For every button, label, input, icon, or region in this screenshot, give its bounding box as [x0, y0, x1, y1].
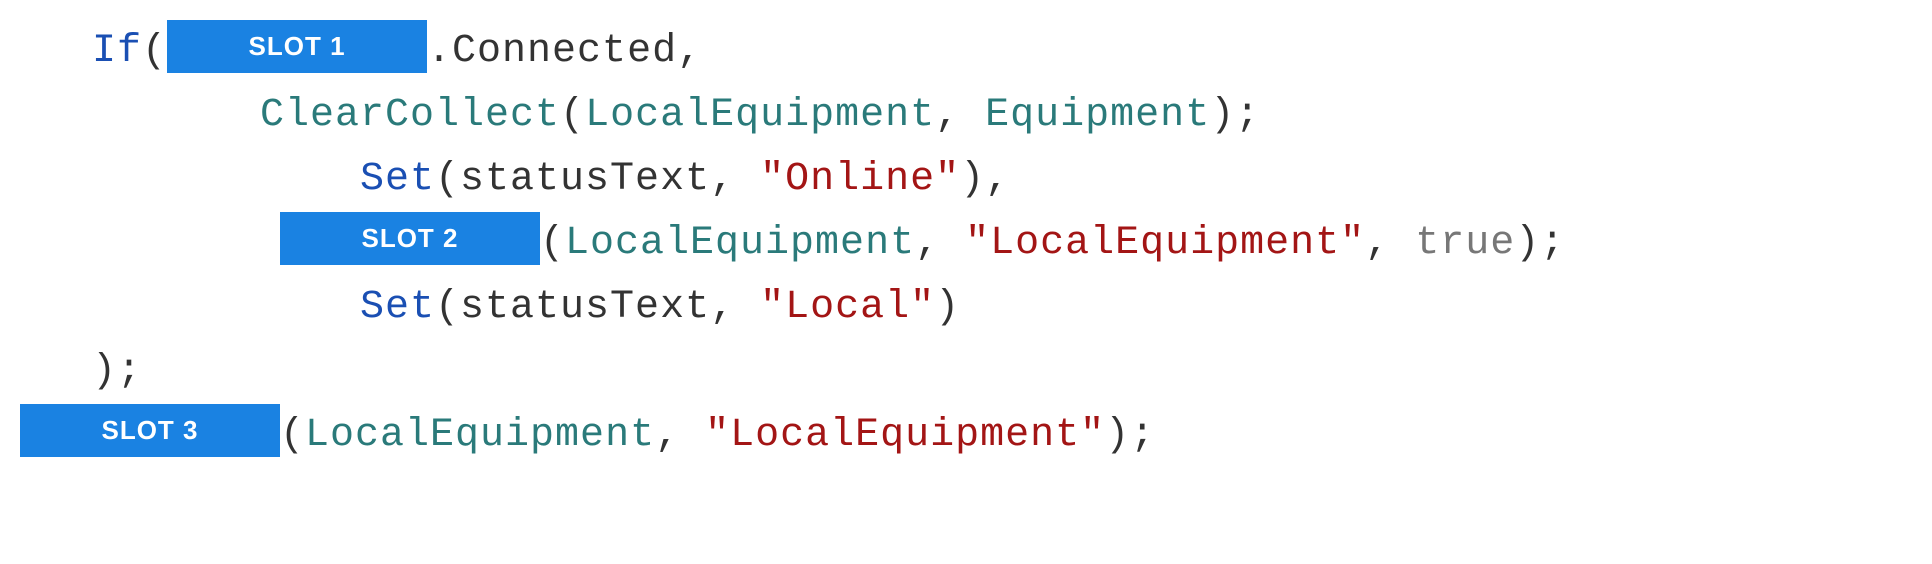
lparen: (	[560, 93, 585, 138]
semicolon: ;	[1540, 221, 1565, 266]
slot-3[interactable]: SLOT 3	[20, 404, 280, 458]
space	[960, 93, 985, 138]
rparen: )	[1105, 413, 1130, 458]
id-statustext: statusText	[460, 285, 710, 330]
comma: ,	[677, 29, 702, 74]
space	[940, 221, 965, 266]
space	[680, 413, 705, 458]
comma: ,	[655, 413, 680, 458]
semicolon: ;	[1130, 413, 1155, 458]
fn-set: Set	[360, 157, 435, 202]
space	[735, 157, 760, 202]
code-line-7: SLOT 3(LocalEquipment, "LocalEquipment")…	[20, 404, 1912, 468]
keyword-if: If	[92, 29, 142, 74]
lparen: (	[280, 413, 305, 458]
rparen: )	[92, 349, 117, 394]
lparen: (	[435, 285, 460, 330]
comma: ,	[935, 93, 960, 138]
comma: ,	[710, 285, 735, 330]
id-equipment: Equipment	[985, 93, 1210, 138]
rparen: )	[935, 285, 960, 330]
code-line-2: ClearCollect(LocalEquipment, Equipment);	[20, 84, 1912, 148]
lparen: (	[540, 221, 565, 266]
id-localequipment: LocalEquipment	[565, 221, 915, 266]
code-line-4: SLOT 2(LocalEquipment, "LocalEquipment",…	[20, 212, 1912, 276]
comma: ,	[985, 157, 1010, 202]
str-localequipment: "LocalEquipment"	[705, 413, 1105, 458]
comma: ,	[915, 221, 940, 266]
semicolon: ;	[117, 349, 142, 394]
rparen: )	[1515, 221, 1540, 266]
code-line-3: Set(statusText, "Online"),	[20, 148, 1912, 212]
semicolon: ;	[1235, 93, 1260, 138]
space	[735, 285, 760, 330]
lparen: (	[142, 29, 167, 74]
prop-connected: .Connected	[427, 29, 677, 74]
id-localequipment: LocalEquipment	[585, 93, 935, 138]
code-line-1: If(SLOT 1.Connected,	[20, 20, 1912, 84]
str-localequipment: "LocalEquipment"	[965, 221, 1365, 266]
code-line-6: );	[20, 340, 1912, 404]
rparen: )	[1210, 93, 1235, 138]
bool-true: true	[1415, 221, 1515, 266]
code-line-5: Set(statusText, "Local")	[20, 276, 1912, 340]
comma: ,	[710, 157, 735, 202]
str-online: "Online"	[760, 157, 960, 202]
id-statustext: statusText	[460, 157, 710, 202]
rparen: )	[960, 157, 985, 202]
id-localequipment: LocalEquipment	[305, 413, 655, 458]
slot-1[interactable]: SLOT 1	[167, 20, 427, 74]
comma: ,	[1365, 221, 1390, 266]
lparen: (	[435, 157, 460, 202]
fn-clearcollect: ClearCollect	[260, 93, 560, 138]
slot-2[interactable]: SLOT 2	[280, 212, 540, 266]
str-local: "Local"	[760, 285, 935, 330]
space	[1390, 221, 1415, 266]
fn-set: Set	[360, 285, 435, 330]
